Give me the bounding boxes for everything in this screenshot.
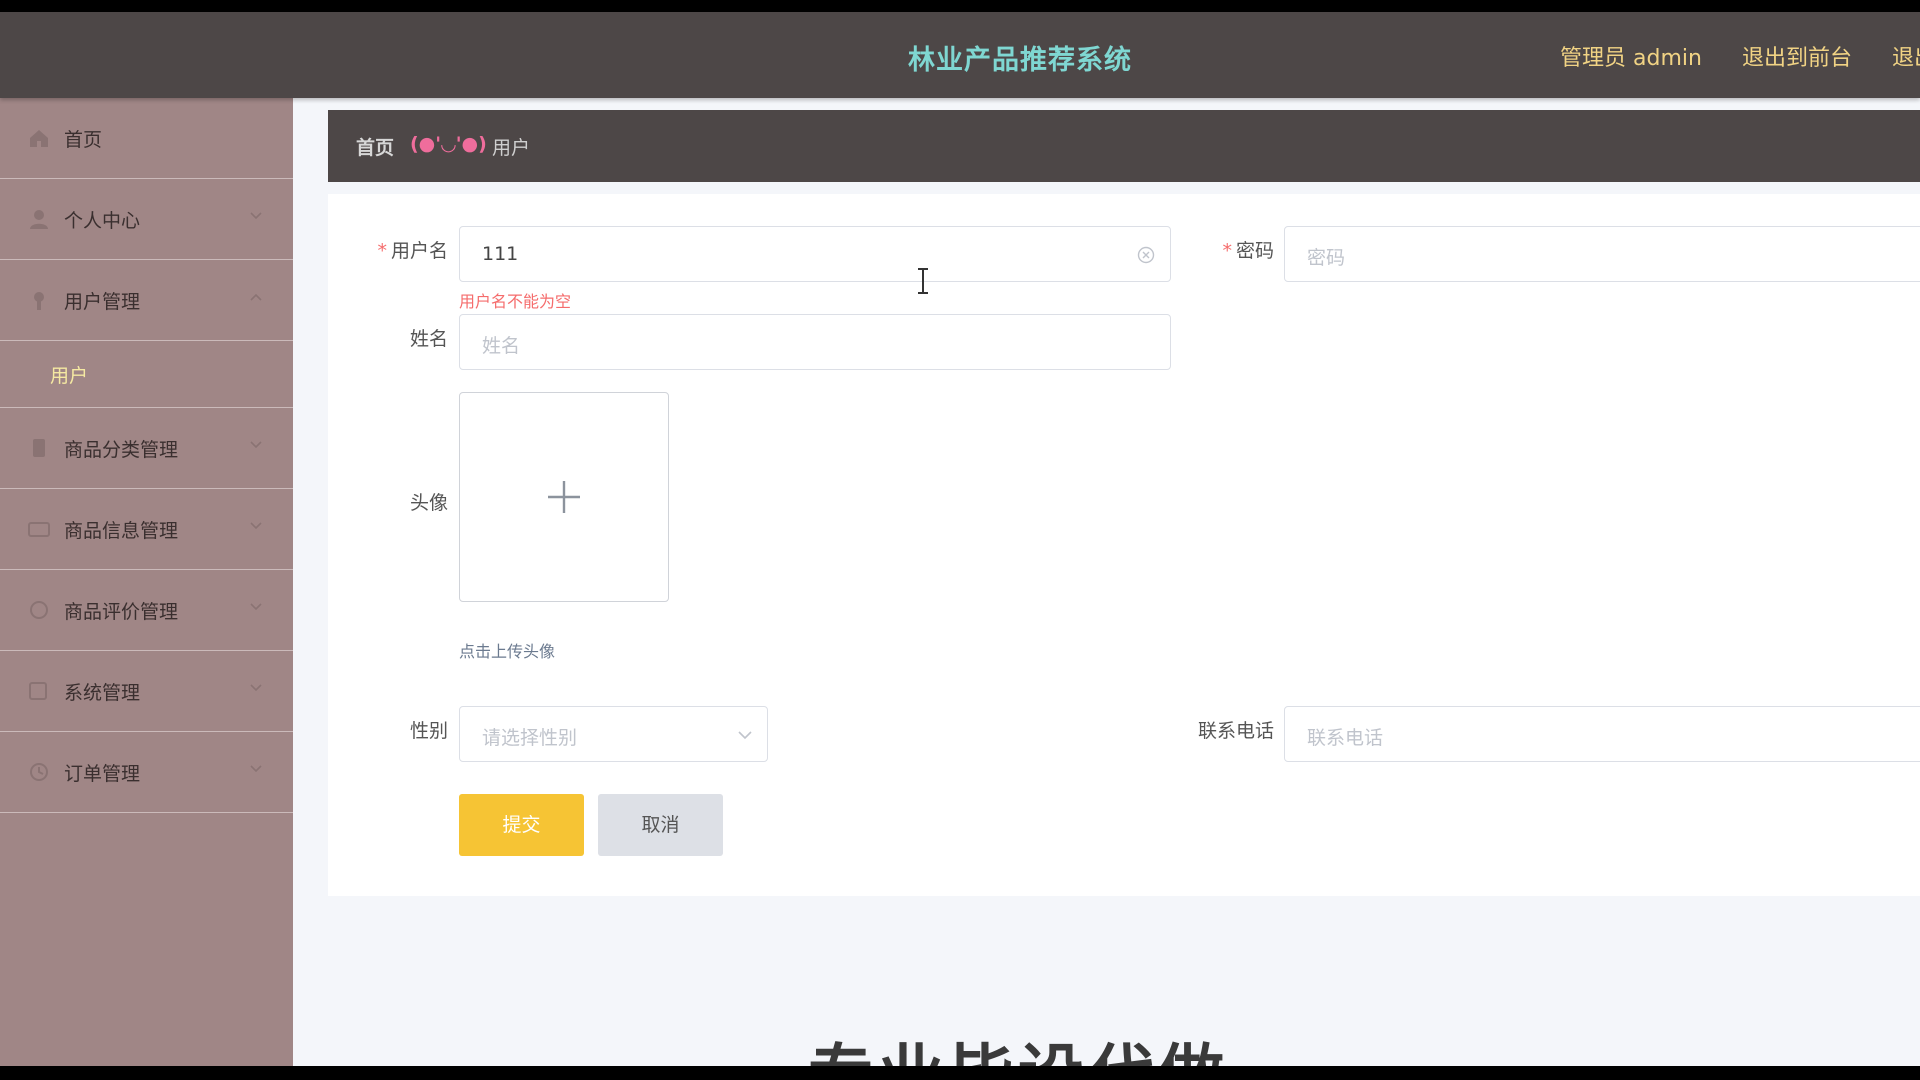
chevron-down-icon — [250, 603, 262, 611]
sidebar-item-label: 商品信息管理 — [64, 520, 179, 542]
phone-field[interactable]: 联系电话 — [1284, 706, 1920, 762]
text-cursor-icon — [918, 268, 928, 294]
password-field[interactable]: 密码 — [1284, 226, 1920, 282]
plus-icon — [548, 481, 580, 513]
sidebar-item-label: 首页 — [64, 129, 103, 151]
chevron-down-icon — [738, 731, 752, 740]
user-icon — [30, 210, 48, 229]
breadcrumb-separator: (●'◡'●) — [410, 133, 487, 155]
cancel-button[interactable]: 取消 — [598, 794, 723, 856]
submit-button[interactable]: 提交 — [459, 794, 584, 856]
sidebar-item-user-management[interactable]: 用户管理 — [0, 260, 293, 341]
chevron-down-icon — [250, 684, 262, 692]
home-icon — [30, 130, 48, 147]
app-viewport: 林业产品推荐系统 管理员 admin 退出到前台 退出登录 首页 个人中心 用户… — [0, 12, 1920, 1066]
sidebar-item-label: 商品分类管理 — [64, 439, 179, 461]
chevron-down-icon — [250, 441, 262, 449]
sidebar-item-label: 系统管理 — [64, 682, 141, 704]
system-icon — [29, 682, 47, 700]
chevron-down-icon — [250, 765, 262, 773]
breadcrumb-home[interactable]: 首页 — [356, 133, 394, 160]
sidebar-item-label: 用户管理 — [64, 291, 141, 313]
sidebar-subitem-user[interactable]: 用户 — [0, 341, 293, 408]
sidebar-item-label: 商品评价管理 — [64, 601, 179, 623]
avatar-label: 头像 — [409, 492, 448, 514]
sidebar: 首页 个人中心 用户管理 用户 商品分类管理 商品信息管理 商品评价管理 系统管… — [0, 98, 293, 1066]
exit-to-front-link[interactable]: 退出到前台 — [1742, 46, 1852, 71]
top-header: 林业产品推荐系统 管理员 admin 退出到前台 退出登录 — [0, 12, 1920, 98]
phone-label: 联系电话 — [1197, 720, 1274, 742]
sidebar-item-personal-center[interactable]: 个人中心 — [0, 179, 293, 260]
sidebar-item-label: 订单管理 — [64, 763, 141, 785]
password-label: * 密码 — [1222, 240, 1274, 262]
chevron-up-icon — [250, 293, 262, 301]
sidebar-item-goods-management[interactable]: 商品信息管理 — [0, 489, 293, 570]
breadcrumb-current: 用户 — [492, 137, 531, 159]
user-form: * 用户名 111 用户名不能为空 * 密码 密码 姓名 姓名 头像 点击上传头像 … — [328, 194, 1920, 896]
watermark-text: 专业毕设代做 — [808, 1022, 1228, 1066]
category-icon — [33, 439, 45, 457]
sidebar-subitem-label: 用户 — [50, 365, 89, 387]
order-icon — [30, 763, 48, 781]
username-error: 用户名不能为空 — [459, 292, 572, 311]
username-field[interactable]: 111 — [459, 226, 1171, 282]
username-label: * 用户名 — [377, 240, 448, 262]
goods-icon — [28, 522, 50, 537]
logout-link[interactable]: 退出登录 — [1892, 46, 1920, 71]
chevron-down-icon — [250, 522, 262, 530]
sidebar-item-category-management[interactable]: 商品分类管理 — [0, 408, 293, 489]
gender-select[interactable]: 请选择性别 — [459, 706, 768, 762]
breadcrumb: 首页 (●'◡'●) 用户 — [328, 110, 1920, 182]
password-placeholder: 密码 — [1307, 247, 1346, 269]
name-field[interactable]: 姓名 — [459, 314, 1171, 370]
admin-label: 管理员 admin — [1560, 46, 1702, 71]
users-icon — [34, 292, 44, 310]
phone-placeholder: 联系电话 — [1307, 727, 1384, 749]
comment-icon — [30, 601, 48, 619]
sidebar-item-label: 个人中心 — [64, 210, 141, 232]
avatar-upload-hint: 点击上传头像 — [459, 642, 556, 661]
chevron-down-icon — [250, 212, 262, 220]
sidebar-item-order-management[interactable]: 订单管理 — [0, 732, 293, 813]
gender-placeholder: 请选择性别 — [482, 727, 578, 749]
name-placeholder: 姓名 — [482, 335, 521, 357]
avatar-uploader[interactable] — [459, 392, 669, 602]
gender-label: 性别 — [409, 720, 448, 742]
header-links: 管理员 admin 退出到前台 退出登录 — [1560, 40, 1920, 72]
name-label: 姓名 — [409, 328, 448, 350]
sidebar-item-home[interactable]: 首页 — [0, 98, 293, 179]
username-value: 111 — [482, 243, 519, 265]
sidebar-item-comment-management[interactable]: 商品评价管理 — [0, 570, 293, 651]
sidebar-item-system-management[interactable]: 系统管理 — [0, 651, 293, 732]
